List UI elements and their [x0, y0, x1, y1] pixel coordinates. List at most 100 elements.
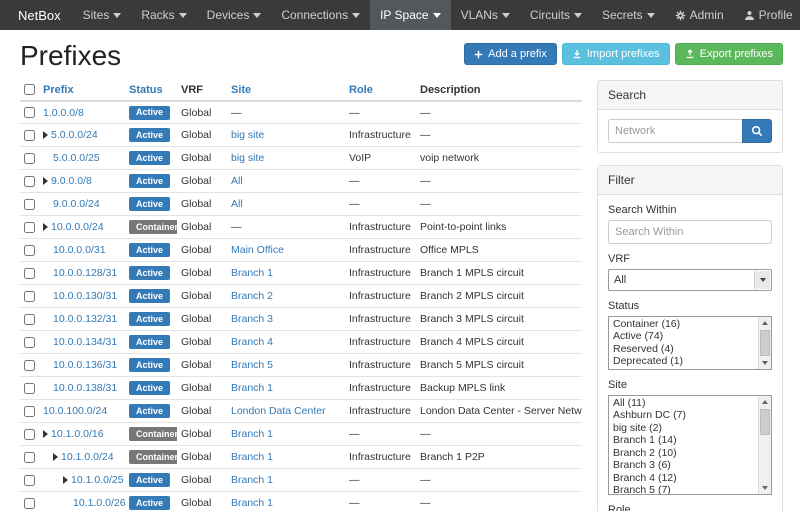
row-checkbox[interactable]	[24, 222, 35, 233]
prefix-link[interactable]: 10.1.0.0/25	[71, 474, 124, 486]
status-listbox[interactable]: Container (16)Active (74)Reserved (4)Dep…	[608, 316, 772, 370]
nav-item-vlans[interactable]: VLANs	[451, 0, 520, 30]
scrollbar-thumb[interactable]	[760, 330, 770, 356]
nav-item-racks[interactable]: Racks	[131, 0, 196, 30]
listbox-scrollbar[interactable]	[758, 396, 771, 494]
site-link[interactable]: All	[231, 198, 243, 210]
nav-item-circuits[interactable]: Circuits	[520, 0, 592, 30]
prefix-wrap: 10.0.0.128/31	[43, 267, 117, 279]
filter-field-site: SiteAll (11)Ashburn DC (7)big site (2)Br…	[608, 379, 772, 495]
scroll-down-icon[interactable]	[759, 357, 771, 369]
listbox-option[interactable]: All (11)	[610, 397, 756, 410]
row-checkbox[interactable]	[24, 153, 35, 164]
app-brand[interactable]: NetBox	[6, 0, 73, 30]
row-checkbox[interactable]	[24, 452, 35, 463]
scroll-down-icon[interactable]	[759, 482, 771, 494]
prefix-link[interactable]: 10.0.0.0/31	[53, 244, 106, 256]
nav-item-secrets[interactable]: Secrets	[592, 0, 665, 30]
listbox-option[interactable]: Branch 4 (12)	[610, 472, 756, 485]
row-checkbox[interactable]	[24, 107, 35, 118]
prefix-link[interactable]: 9.0.0.0/24	[53, 198, 100, 210]
row-checkbox[interactable]	[24, 383, 35, 394]
scroll-up-icon[interactable]	[759, 396, 771, 408]
prefix-link[interactable]: 10.0.0.136/31	[53, 359, 117, 371]
row-checkbox[interactable]	[24, 176, 35, 187]
site-link[interactable]: All	[231, 175, 243, 187]
listbox-option[interactable]: Ashburn DC (7)	[610, 409, 756, 422]
site-link[interactable]: London Data Center	[231, 405, 326, 417]
prefix-link[interactable]: 5.0.0.0/25	[53, 152, 100, 164]
search-within-input[interactable]	[608, 220, 772, 244]
site-link[interactable]: Main Office	[231, 244, 284, 256]
listbox-option[interactable]: Branch 2 (10)	[610, 447, 756, 460]
sort-link[interactable]: Prefix	[43, 84, 74, 96]
prefix-link[interactable]: 1.0.0.0/8	[43, 107, 84, 119]
nav-item-sites[interactable]: Sites	[73, 0, 132, 30]
site-link[interactable]: Branch 1	[231, 428, 273, 440]
listbox-option[interactable]: Active (74)	[610, 330, 756, 343]
nav-item-devices[interactable]: Devices	[197, 0, 272, 30]
vrf-select[interactable]: All	[608, 269, 772, 291]
site-link[interactable]: Branch 3	[231, 313, 273, 325]
site-link[interactable]: Branch 1	[231, 474, 273, 486]
search-input[interactable]	[608, 119, 742, 143]
prefix-link[interactable]: 10.0.100.0/24	[43, 405, 107, 417]
scrollbar-thumb[interactable]	[760, 409, 770, 435]
listbox-option[interactable]: Branch 1 (14)	[610, 434, 756, 447]
row-checkbox[interactable]	[24, 337, 35, 348]
add-a-prefix-button[interactable]: Add a prefix	[464, 43, 557, 65]
sort-link[interactable]: Role	[349, 84, 373, 96]
prefix-link[interactable]: 10.1.0.0/24	[61, 451, 114, 463]
row-checkbox[interactable]	[24, 475, 35, 486]
row-checkbox[interactable]	[24, 291, 35, 302]
row-checkbox[interactable]	[24, 314, 35, 325]
row-checkbox[interactable]	[24, 360, 35, 371]
listbox-scrollbar[interactable]	[758, 317, 771, 369]
nav-item-connections[interactable]: Connections	[271, 0, 370, 30]
search-button[interactable]	[742, 119, 772, 143]
prefix-link[interactable]: 10.1.0.0/26	[73, 497, 125, 509]
site-link[interactable]: Branch 2	[231, 290, 273, 302]
prefix-link[interactable]: 10.0.0.132/31	[53, 313, 117, 325]
site-link[interactable]: Branch 1	[231, 451, 273, 463]
site-link[interactable]: Branch 1	[231, 267, 273, 279]
listbox-option[interactable]: big site (2)	[610, 422, 756, 435]
site-link[interactable]: Branch 5	[231, 359, 273, 371]
site-link[interactable]: Branch 4	[231, 336, 273, 348]
listbox-option[interactable]: Reserved (4)	[610, 343, 756, 356]
prefix-link[interactable]: 10.0.0.0/24	[51, 221, 104, 233]
status-cell: Active	[125, 285, 177, 308]
row-checkbox[interactable]	[24, 498, 35, 509]
listbox-option[interactable]: Branch 5 (7)	[610, 484, 756, 495]
site-link[interactable]: Branch 1	[231, 497, 273, 509]
prefix-link[interactable]: 10.0.0.134/31	[53, 336, 117, 348]
site-listbox[interactable]: All (11)Ashburn DC (7)big site (2)Branch…	[608, 395, 772, 495]
row-checkbox[interactable]	[24, 406, 35, 417]
nav-item-profile[interactable]: Profile	[734, 0, 800, 30]
prefix-link[interactable]: 10.0.0.138/31	[53, 382, 117, 394]
prefix-link[interactable]: 10.0.0.128/31	[53, 267, 117, 279]
export-prefixes-button[interactable]: Export prefixes	[675, 43, 783, 65]
prefix-link[interactable]: 10.0.0.130/31	[53, 290, 117, 302]
listbox-option[interactable]: Branch 3 (6)	[610, 459, 756, 472]
listbox-option[interactable]: Deprecated (1)	[610, 355, 756, 368]
row-checkbox[interactable]	[24, 245, 35, 256]
nav-item-admin[interactable]: Admin	[665, 0, 734, 30]
row-checkbox[interactable]	[24, 429, 35, 440]
prefix-link[interactable]: 5.0.0.0/24	[51, 129, 98, 141]
sort-link[interactable]: Status	[129, 84, 163, 96]
sort-link[interactable]: Site	[231, 84, 251, 96]
site-link[interactable]: big site	[231, 129, 264, 141]
site-link[interactable]: Branch 1	[231, 382, 273, 394]
site-link[interactable]: big site	[231, 152, 264, 164]
prefix-link[interactable]: 9.0.0.0/8	[51, 175, 92, 187]
import-prefixes-button[interactable]: Import prefixes	[562, 43, 670, 65]
prefix-link[interactable]: 10.1.0.0/16	[51, 428, 104, 440]
listbox-option[interactable]: Container (16)	[610, 318, 756, 331]
scroll-up-icon[interactable]	[759, 317, 771, 329]
row-checkbox[interactable]	[24, 268, 35, 279]
row-checkbox[interactable]	[24, 199, 35, 210]
row-checkbox[interactable]	[24, 130, 35, 141]
nav-item-ip-space[interactable]: IP Space	[370, 0, 450, 30]
select-all-checkbox[interactable]	[24, 84, 35, 95]
